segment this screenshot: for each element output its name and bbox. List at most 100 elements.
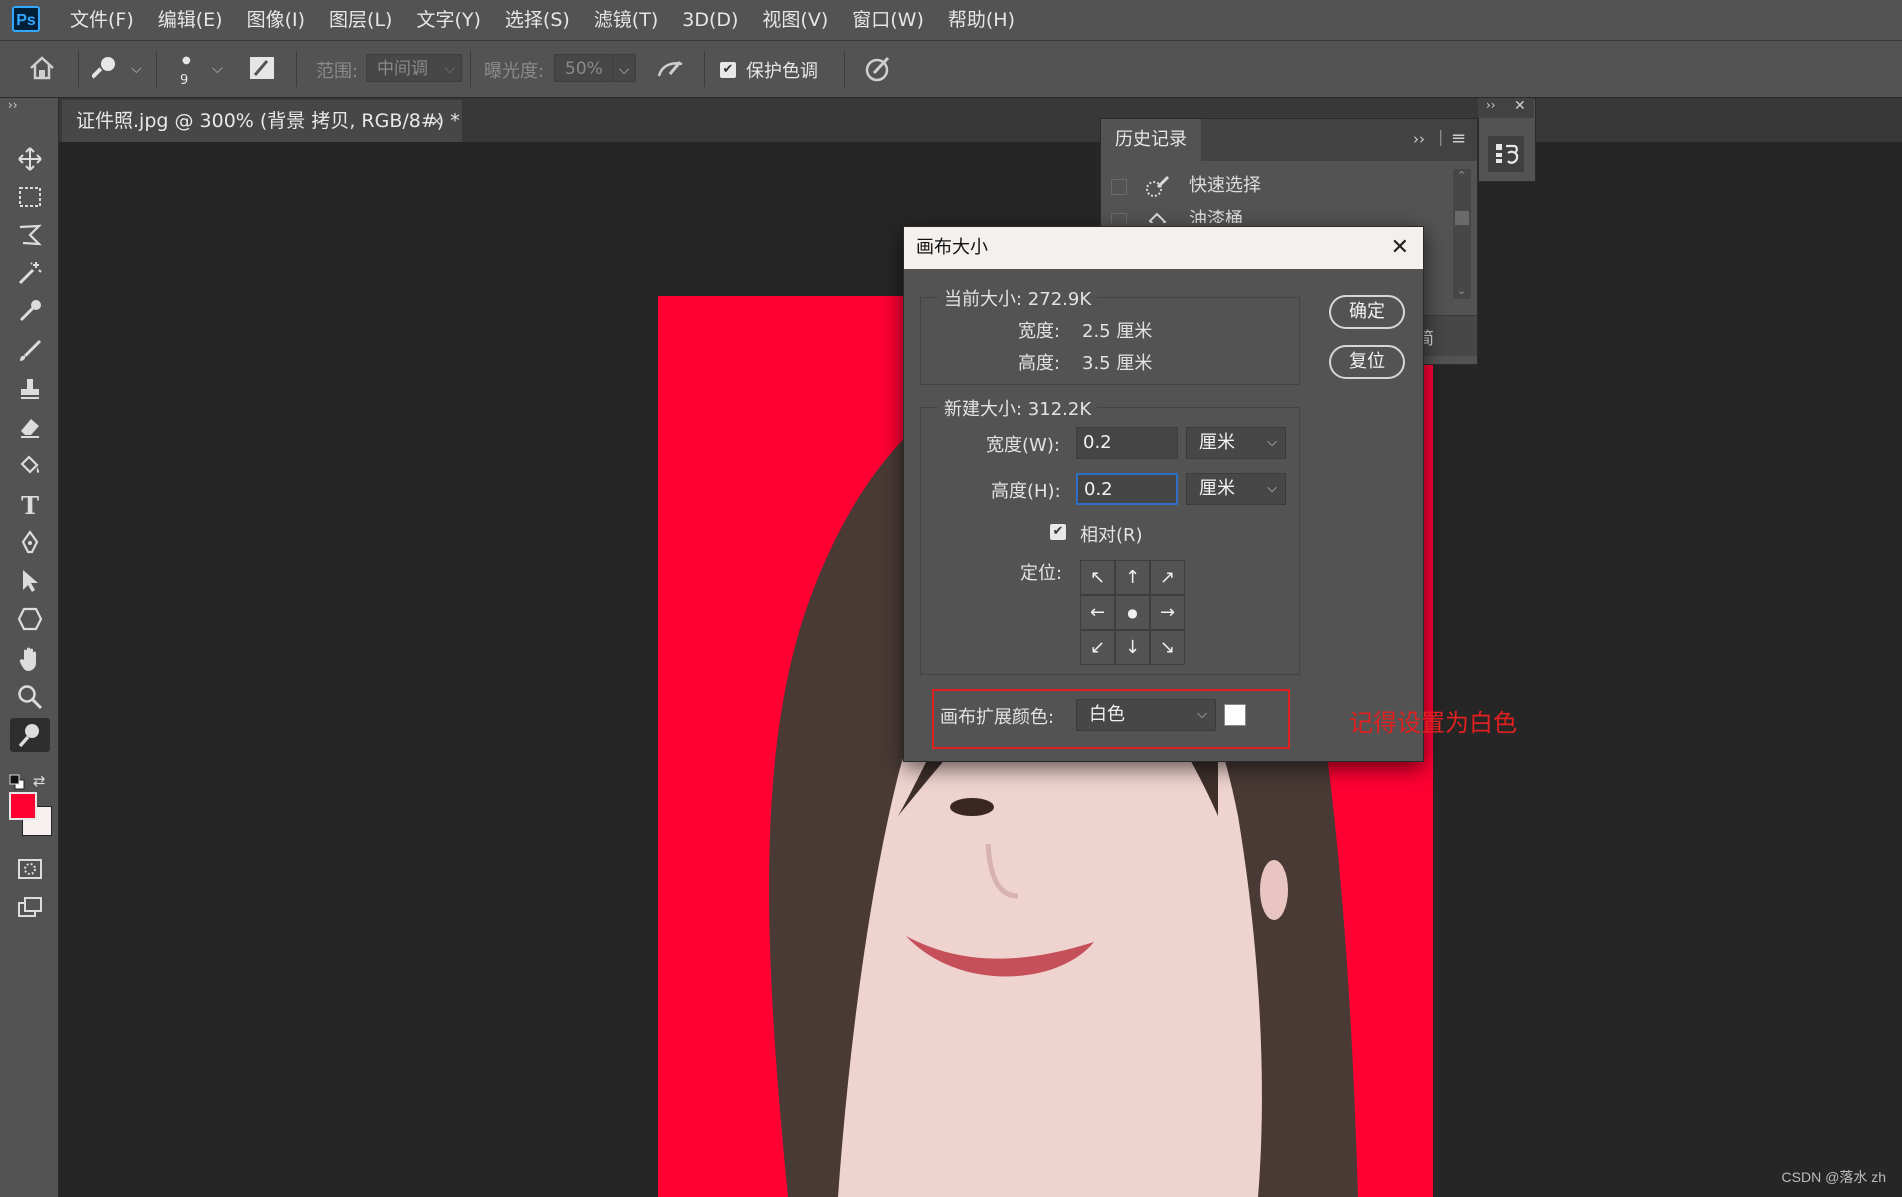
- protect-tone-label: 保护色调: [746, 61, 818, 82]
- current-width-value: 2.5 厘米: [1082, 321, 1153, 342]
- scroll-down-icon[interactable]: ⌄: [1457, 284, 1466, 297]
- shape-tool-icon[interactable]: [10, 602, 50, 636]
- foreground-color-swatch[interactable]: [9, 792, 37, 820]
- history-panel-icon[interactable]: [1488, 136, 1524, 172]
- anchor-w-icon[interactable]: ←: [1080, 595, 1115, 630]
- close-tab-icon[interactable]: ×: [430, 100, 443, 142]
- options-bar: ⌵ ● 9 ⌵ 范围: 中间调 ⌵ 曝光度: 50% ⌵ ✔ 保护色调: [0, 41, 1902, 98]
- eraser-tool-icon[interactable]: [10, 410, 50, 444]
- highlight-box: [932, 689, 1290, 749]
- tab-history[interactable]: 历史记录: [1101, 119, 1201, 161]
- ok-button[interactable]: 确定: [1329, 295, 1405, 329]
- exposure-label: 曝光度:: [484, 61, 545, 82]
- move-tool-icon[interactable]: [10, 142, 50, 176]
- menu-item[interactable]: 文字(Y): [404, 0, 492, 40]
- lasso-tool-icon[interactable]: [10, 218, 50, 252]
- range-label: 范围:: [316, 61, 359, 82]
- collapse-dock-icon[interactable]: ››: [1486, 98, 1496, 112]
- side-panel-dock-header: ›› ✕: [1478, 98, 1534, 118]
- scroll-up-icon[interactable]: ⌃: [1457, 169, 1466, 182]
- magic-wand-tool-icon[interactable]: [10, 256, 50, 290]
- menu-item[interactable]: 窗口(W): [840, 0, 936, 40]
- screen-mode-icon[interactable]: [10, 890, 50, 924]
- anchor-se-icon[interactable]: ↘: [1150, 630, 1185, 665]
- anchor-label: 定位:: [1020, 563, 1063, 584]
- anchor-sw-icon[interactable]: ↙: [1080, 630, 1115, 665]
- scrollbar-thumb[interactable]: [1455, 211, 1469, 225]
- width-input[interactable]: 0.2: [1076, 427, 1178, 459]
- width-unit-select[interactable]: 厘米 ⌵: [1186, 427, 1286, 459]
- anchor-s-icon[interactable]: ↓: [1115, 630, 1150, 665]
- document-tab[interactable]: 证件照.jpg @ 300% (背景 拷贝, RGB/8#) *: [62, 100, 462, 142]
- paint-bucket-icon: [1145, 209, 1171, 223]
- menu-item[interactable]: 文件(F): [58, 0, 146, 40]
- menu-items: 文件(F) 编辑(E) 图像(I) 图层(L) 文字(Y) 选择(S) 滤镜(T) 3D(D)…: [58, 0, 1027, 40]
- menu-item[interactable]: 选择(S): [493, 0, 582, 40]
- paint-bucket-tool-icon[interactable]: [10, 448, 50, 482]
- range-select[interactable]: 中间调 ⌵: [366, 54, 462, 82]
- new-size-label: 新建大小: 312.2K: [938, 395, 1098, 421]
- menu-item[interactable]: 编辑(E): [146, 0, 235, 40]
- pen-tool-icon[interactable]: [10, 526, 50, 560]
- photoshop-logo: Ps: [12, 6, 40, 32]
- path-selection-tool-icon[interactable]: [10, 564, 50, 598]
- preset-chevron-icon[interactable]: ⌵: [131, 61, 142, 77]
- anchor-n-icon[interactable]: ↑: [1115, 560, 1150, 595]
- expand-toolbar-icon[interactable]: ››: [8, 98, 18, 112]
- current-size-label: 当前大小: 272.9K: [938, 285, 1098, 311]
- menu-item[interactable]: 滤镜(T): [582, 0, 670, 40]
- swap-colors-icon[interactable]: ⇄: [33, 772, 46, 790]
- dodge-tool-icon[interactable]: [10, 718, 50, 752]
- anchor-e-icon[interactable]: →: [1150, 595, 1185, 630]
- eyedropper-tool-icon[interactable]: [10, 294, 50, 328]
- brush-tool-icon[interactable]: [10, 334, 50, 368]
- zoom-tool-icon[interactable]: [10, 680, 50, 714]
- marquee-tool-icon[interactable]: [10, 180, 50, 214]
- history-source-checkbox[interactable]: [1111, 213, 1127, 223]
- airbrush-icon[interactable]: [656, 56, 686, 87]
- exposure-dropdown-icon[interactable]: ⌵: [612, 54, 636, 82]
- height-unit-select[interactable]: 厘米 ⌵: [1186, 473, 1286, 505]
- type-tool-icon[interactable]: T: [10, 488, 50, 522]
- close-dock-icon[interactable]: ✕: [1514, 98, 1526, 114]
- anchor-ne-icon[interactable]: ↗: [1150, 560, 1185, 595]
- anchor-grid: ↖ ↑ ↗ ← ● → ↙ ↓ ↘: [1080, 560, 1185, 665]
- history-item-label: 油漆桶: [1189, 209, 1243, 223]
- width-unit-value: 厘米: [1199, 432, 1235, 453]
- quick-mask-icon[interactable]: [10, 852, 50, 886]
- width-label: 宽度(W):: [986, 435, 1060, 456]
- hand-tool-icon[interactable]: [10, 642, 50, 676]
- panel-collapse-icon[interactable]: ››: [1413, 130, 1425, 148]
- protect-tone-checkbox[interactable]: ✔: [720, 62, 736, 78]
- relative-checkbox[interactable]: ✔: [1050, 524, 1066, 540]
- history-item[interactable]: 油漆桶: [1101, 203, 1451, 223]
- anchor-nw-icon[interactable]: ↖: [1080, 560, 1115, 595]
- height-unit-value: 厘米: [1199, 478, 1235, 499]
- pressure-size-icon[interactable]: [864, 55, 892, 88]
- menu-item[interactable]: 视图(V): [750, 0, 840, 40]
- close-icon[interactable]: ✕: [1391, 227, 1409, 269]
- current-width-label: 宽度:: [1018, 321, 1061, 342]
- history-item[interactable]: 快速选择: [1101, 169, 1451, 203]
- panel-menu-icon[interactable]: ≡: [1451, 128, 1466, 149]
- menu-item[interactable]: 帮助(H): [936, 0, 1027, 40]
- brush-settings-icon[interactable]: [249, 56, 275, 85]
- menu-item[interactable]: 图层(L): [317, 0, 404, 40]
- history-source-checkbox[interactable]: [1111, 179, 1127, 195]
- history-scrollbar[interactable]: ⌃ ⌄: [1453, 169, 1471, 299]
- chevron-down-icon: ⌵: [1267, 435, 1277, 450]
- reset-button[interactable]: 复位: [1329, 345, 1405, 379]
- anchor-center-icon[interactable]: ●: [1115, 595, 1150, 630]
- brush-dot-icon[interactable]: ●: [182, 55, 191, 66]
- height-input[interactable]: 0.2: [1076, 473, 1178, 505]
- dialog-title: 画布大小: [904, 227, 1423, 269]
- chevron-down-icon: ⌵: [1267, 481, 1277, 496]
- canvas-size-dialog: 画布大小 ✕ 当前大小: 272.9K 宽度: 2.5 厘米 高度: 3.5 厘…: [903, 226, 1424, 762]
- range-value: 中间调: [377, 59, 428, 79]
- dodge-tool-preset-icon[interactable]: [90, 55, 118, 86]
- home-icon[interactable]: [28, 55, 56, 86]
- menu-item[interactable]: 图像(I): [235, 0, 317, 40]
- menu-item[interactable]: 3D(D): [670, 0, 750, 40]
- stamp-tool-icon[interactable]: [10, 372, 50, 406]
- brush-chevron-icon[interactable]: ⌵: [212, 61, 223, 77]
